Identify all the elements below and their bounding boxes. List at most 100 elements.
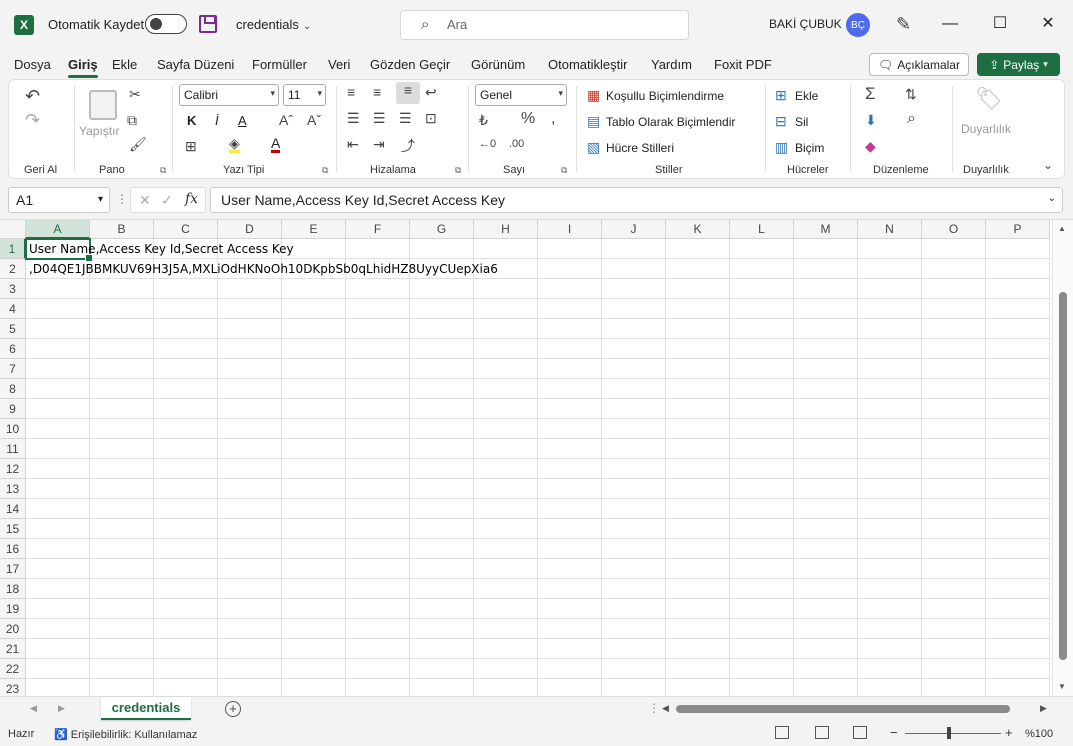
paste-icon[interactable] bbox=[89, 90, 117, 120]
row-header-9[interactable]: 9 bbox=[0, 399, 26, 419]
row-header-13[interactable]: 13 bbox=[0, 479, 26, 499]
column-header-i[interactable]: I bbox=[538, 220, 602, 239]
format-as-table-button[interactable]: Tablo Olarak Biçimlendir bbox=[606, 115, 735, 129]
more-options-icon[interactable]: ⋮ bbox=[116, 192, 128, 206]
scroll-thumb[interactable] bbox=[1059, 292, 1067, 660]
column-header-g[interactable]: G bbox=[410, 220, 474, 239]
spreadsheet-grid[interactable]: ABCDEFGHIJKLMNOP 1 2 3 4 5 6 7 8 9 10 11 12 13 14 15 16… bbox=[0, 219, 1073, 696]
zoom-slider-thumb[interactable] bbox=[947, 727, 951, 739]
tab-formuller[interactable]: Formüller bbox=[252, 57, 307, 72]
row-header-17[interactable]: 17 bbox=[0, 559, 26, 579]
collapse-ribbon-icon[interactable]: ⌄ bbox=[1043, 158, 1053, 172]
underline-button[interactable]: A bbox=[238, 113, 247, 128]
tab-dosya[interactable]: Dosya bbox=[14, 57, 51, 72]
column-header-j[interactable]: J bbox=[602, 220, 666, 239]
scroll-right-icon[interactable]: ▶ bbox=[1040, 703, 1047, 714]
borders-icon[interactable]: ⊞ bbox=[185, 138, 197, 155]
horizontal-scrollbar[interactable]: ◀ ▶ bbox=[662, 703, 1052, 715]
cell-styles-button[interactable]: Hücre Stilleri bbox=[606, 141, 674, 155]
align-top-icon[interactable]: ≡ bbox=[347, 84, 355, 100]
avatar[interactable]: BÇ bbox=[846, 13, 870, 37]
tab-giris[interactable]: Giriş bbox=[68, 57, 98, 78]
maximize-button[interactable]: ☐ bbox=[988, 12, 1012, 36]
prev-sheet-icon[interactable]: ◀ bbox=[30, 703, 37, 714]
column-header-n[interactable]: N bbox=[858, 220, 922, 239]
page-layout-icon[interactable] bbox=[815, 726, 829, 739]
column-header-l[interactable]: L bbox=[730, 220, 794, 239]
row-header-5[interactable]: 5 bbox=[0, 319, 26, 339]
more-sheets-icon[interactable]: ⋮ bbox=[648, 701, 660, 715]
save-icon[interactable] bbox=[199, 15, 217, 33]
column-header-f[interactable]: F bbox=[346, 220, 410, 239]
sensitivity-button[interactable]: Duyarlılık bbox=[961, 122, 1011, 136]
row-header-22[interactable]: 22 bbox=[0, 659, 26, 679]
dialog-launcher-icon[interactable]: ⧉ bbox=[322, 165, 328, 176]
zoom-in-icon[interactable]: + bbox=[1005, 725, 1013, 740]
column-header-e[interactable]: E bbox=[282, 220, 346, 239]
column-header-c[interactable]: C bbox=[154, 220, 218, 239]
cells-area[interactable] bbox=[26, 239, 1051, 696]
search-input[interactable] bbox=[447, 17, 667, 32]
autosum-icon[interactable]: Σ bbox=[865, 84, 876, 104]
font-name-select[interactable]: Calibri ▾ bbox=[179, 84, 279, 106]
comma-style-icon[interactable]: , bbox=[551, 110, 555, 128]
italic-button[interactable]: İ bbox=[215, 113, 219, 128]
scroll-left-icon[interactable]: ◀ bbox=[662, 703, 669, 714]
row-header-3[interactable]: 3 bbox=[0, 279, 26, 299]
row-header-16[interactable]: 16 bbox=[0, 539, 26, 559]
align-bottom-icon[interactable]: ≡ bbox=[396, 82, 420, 104]
row-header-20[interactable]: 20 bbox=[0, 619, 26, 639]
row-header-2[interactable]: 2 bbox=[0, 259, 26, 279]
select-all-corner[interactable] bbox=[0, 220, 26, 239]
tab-gorunum[interactable]: Görünüm bbox=[471, 57, 525, 72]
row-header-8[interactable]: 8 bbox=[0, 379, 26, 399]
cell-a2[interactable]: ,D04QE1JBBMKUV69H3J5A,MXLiOdHKNoOh10DKpb… bbox=[29, 259, 498, 279]
format-painter-icon[interactable]: 🖌 bbox=[129, 136, 147, 153]
increase-font-icon[interactable]: Aˆ bbox=[279, 112, 293, 128]
decrease-decimal-icon[interactable]: .00 bbox=[509, 138, 524, 150]
delete-cells-button[interactable]: Sil bbox=[795, 115, 808, 129]
column-header-a[interactable]: A bbox=[26, 220, 90, 239]
column-header-o[interactable]: O bbox=[922, 220, 986, 239]
formula-input[interactable]: User Name,Access Key Id,Secret Access Ke… bbox=[210, 187, 1063, 213]
tab-ekle[interactable]: Ekle bbox=[112, 57, 137, 72]
increase-decimal-icon[interactable]: ←0 bbox=[479, 138, 496, 150]
row-header-7[interactable]: 7 bbox=[0, 359, 26, 379]
cancel-icon[interactable]: ✕ bbox=[139, 192, 151, 209]
orientation-icon[interactable]: ⤴ bbox=[401, 136, 415, 156]
find-select-icon[interactable]: ⌕ bbox=[907, 110, 916, 128]
row-header-11[interactable]: 11 bbox=[0, 439, 26, 459]
document-title[interactable]: credentials ⌄ bbox=[236, 17, 311, 32]
zoom-slider[interactable] bbox=[905, 733, 1001, 734]
conditional-formatting-button[interactable]: Koşullu Biçimlendirme bbox=[606, 89, 724, 103]
autosave-toggle[interactable] bbox=[145, 14, 187, 34]
bold-button[interactable]: K bbox=[187, 113, 196, 128]
decrease-indent-icon[interactable]: ⇤ bbox=[347, 136, 359, 153]
page-break-preview-icon[interactable] bbox=[853, 726, 867, 739]
tab-otomatiklestir[interactable]: Otomatikleştir bbox=[548, 57, 627, 72]
insert-function-button[interactable]: fx bbox=[185, 191, 198, 207]
tab-foxit-pdf[interactable]: Foxit PDF bbox=[714, 57, 772, 72]
font-size-select[interactable]: 11 ▾ bbox=[283, 84, 326, 106]
fill-icon[interactable]: ⬇ bbox=[865, 112, 877, 129]
clear-icon[interactable]: ◆ bbox=[865, 138, 876, 155]
decrease-font-icon[interactable]: Aˇ bbox=[307, 112, 321, 128]
wrap-text-icon[interactable]: ↩ bbox=[425, 84, 437, 101]
column-header-m[interactable]: M bbox=[794, 220, 858, 239]
column-header-b[interactable]: B bbox=[90, 220, 154, 239]
scroll-up-icon[interactable]: ▲ bbox=[1058, 224, 1066, 233]
align-left-icon[interactable]: ☰ bbox=[347, 110, 360, 127]
sort-filter-icon[interactable]: ⇅ bbox=[905, 86, 917, 103]
row-header-4[interactable]: 4 bbox=[0, 299, 26, 319]
normal-view-icon[interactable] bbox=[775, 726, 789, 739]
accessibility-status[interactable]: ♿ Erişilebilirlik: Kullanılamaz bbox=[54, 728, 197, 741]
tab-sayfa-duzeni[interactable]: Sayfa Düzeni bbox=[157, 57, 234, 72]
tab-gozden-gecir[interactable]: Gözden Geçir bbox=[370, 57, 450, 72]
align-middle-icon[interactable]: ≡ bbox=[373, 84, 381, 100]
redo-icon[interactable]: ↷ bbox=[25, 110, 40, 131]
column-header-k[interactable]: K bbox=[666, 220, 730, 239]
name-box[interactable]: A1 ▾ bbox=[8, 187, 110, 213]
column-header-d[interactable]: D bbox=[218, 220, 282, 239]
row-header-18[interactable]: 18 bbox=[0, 579, 26, 599]
user-name[interactable]: BAKİ ÇUBUK bbox=[769, 17, 842, 31]
